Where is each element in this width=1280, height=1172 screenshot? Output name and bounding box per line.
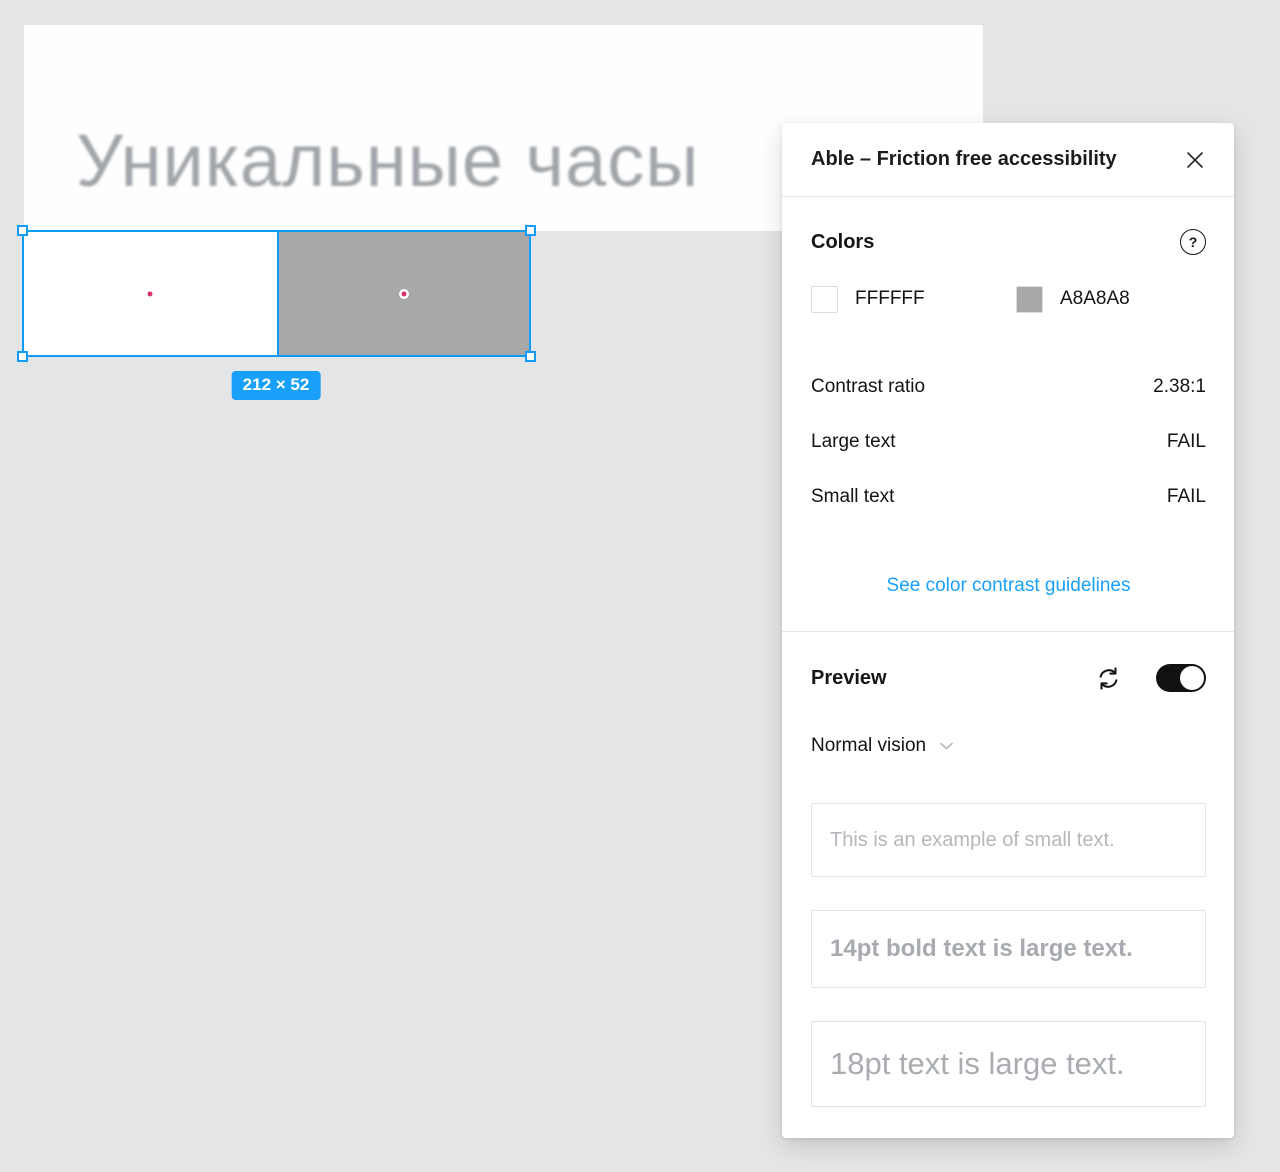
preview-heading: Preview (811, 666, 887, 689)
resize-handle-top-right[interactable] (525, 225, 536, 236)
color-chip-gray[interactable] (1016, 285, 1043, 313)
swatch-foreground[interactable]: FFFFFF (811, 285, 925, 313)
toggle-knob (1180, 666, 1204, 690)
small-text-row: Small text FAIL (811, 483, 1206, 511)
metric-value: 2.38:1 (1153, 376, 1206, 397)
small-text-preview-box: This is an example of small text. (811, 803, 1206, 877)
color-chip-white[interactable] (811, 285, 838, 313)
help-icon[interactable]: ? (1180, 229, 1206, 255)
able-plugin-panel: Able – Friction free accessibility Color… (782, 123, 1234, 1138)
large-text-preview-box: 18pt text is large text. (811, 1021, 1206, 1107)
colors-heading: Colors (811, 230, 875, 253)
chevron-down-icon (940, 742, 953, 750)
plugin-header: Able – Friction free accessibility (782, 123, 1234, 197)
selected-color-strip[interactable] (17, 225, 536, 362)
color-hex-label: FFFFFF (855, 288, 925, 309)
contrast-ratio-row: Contrast ratio 2.38:1 (811, 373, 1206, 401)
vision-selected-value: Normal vision (811, 735, 927, 756)
selection-size-badge: 212 × 52 (231, 371, 321, 400)
large-text-row: Large text FAIL (811, 428, 1206, 456)
metric-value: FAIL (1166, 431, 1206, 452)
bold-text-preview-box: 14pt bold text is large text. (811, 910, 1206, 988)
metric-label: Contrast ratio (811, 376, 926, 397)
color-hex-label: A8A8A8 (1060, 288, 1130, 309)
canvas-heading-text[interactable]: Уникальные часы (76, 121, 699, 201)
swatch-background[interactable]: A8A8A8 (1016, 285, 1130, 313)
contrast-guidelines-link[interactable]: See color contrast guidelines (887, 575, 1131, 597)
swap-colors-icon[interactable] (1094, 664, 1123, 693)
metric-label: Small text (811, 486, 895, 507)
vision-dropdown[interactable]: Normal vision (811, 732, 1206, 760)
anchor-dot (401, 291, 407, 296)
selection-gray-rect[interactable] (276, 232, 529, 355)
close-icon[interactable] (1183, 148, 1207, 172)
sample-text: 18pt text is large text. (830, 1046, 1125, 1081)
metric-value: FAIL (1166, 486, 1206, 507)
metric-label: Large text (811, 431, 896, 452)
color-swatch-row: FFFFFF A8A8A8 (811, 285, 1206, 313)
plugin-title: Able – Friction free accessibility (811, 148, 1117, 170)
resize-handle-bottom-right[interactable] (525, 351, 536, 362)
sample-text: This is an example of small text. (830, 828, 1115, 851)
section-divider (782, 631, 1234, 632)
selection-white-rect[interactable] (24, 232, 277, 355)
resize-handle-top-left[interactable] (17, 225, 28, 236)
sample-text: 14pt bold text is large text. (830, 935, 1133, 962)
resize-handle-bottom-left[interactable] (17, 351, 28, 362)
preview-toggle[interactable] (1156, 664, 1206, 692)
anchor-dot (147, 291, 153, 296)
